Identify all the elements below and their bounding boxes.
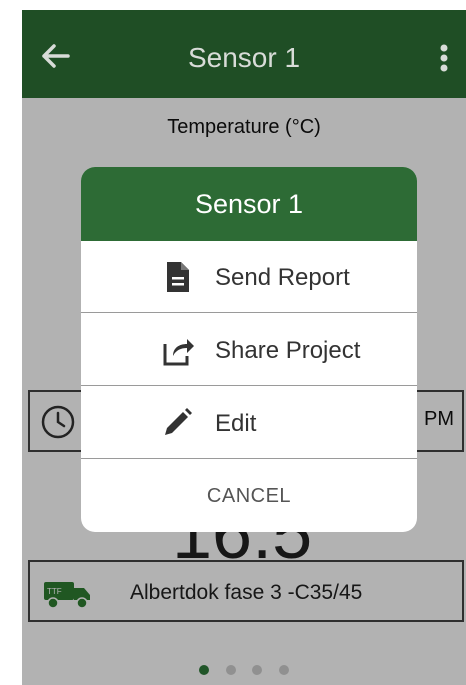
app-bar: Sensor 1 [22,10,466,98]
cancel-button[interactable]: CANCEL [81,460,417,532]
edit-label: Edit [215,410,257,437]
action-dialog: Sensor 1 Send Report Share Project Edit … [81,167,417,532]
more-vert-icon[interactable] [432,40,456,76]
share-icon [163,339,194,366]
share-project-button[interactable]: Share Project [81,314,417,386]
share-project-label: Share Project [215,337,361,364]
edit-button[interactable]: Edit [81,387,417,459]
send-report-button[interactable]: Send Report [81,241,417,313]
pencil-icon [165,408,192,435]
send-report-label: Send Report [215,264,350,291]
document-icon [167,262,189,292]
dialog-title: Sensor 1 [81,167,417,241]
app-bar-title: Sensor 1 [187,42,301,73]
